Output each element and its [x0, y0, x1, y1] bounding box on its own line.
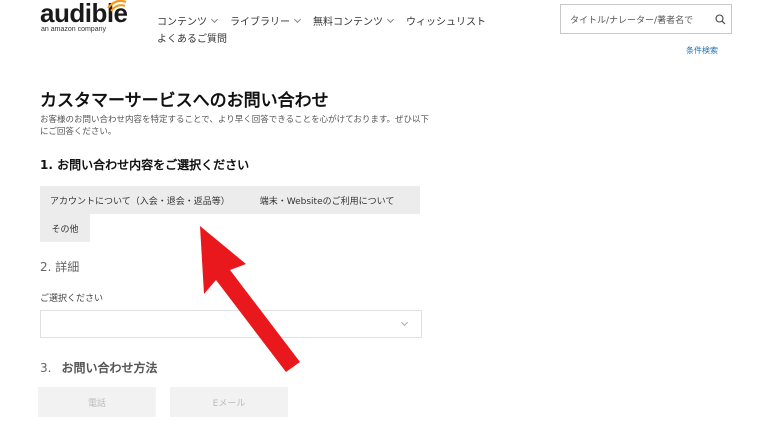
contact-email-button[interactable]: Eメール: [170, 387, 288, 417]
step1-heading: 1. お問い合わせ内容をご選択ください: [40, 158, 250, 172]
nav-item-label: ウィッシュリスト: [406, 17, 486, 28]
main-nav: コンテンツ ライブラリー 無料コンテンツ ウィッシュリスト よくあるご質問: [157, 13, 499, 45]
page-title: カスタマーサービスへのお問い合わせ: [40, 91, 329, 111]
nav-item-label: 無料コンテンツ: [313, 17, 383, 28]
option-row: アカウントについて（入会・退会・返品等） 端末・Websiteのご利用について: [40, 186, 420, 214]
option-account[interactable]: アカウントについて（入会・退会・返品等）: [50, 194, 230, 207]
step3-title: お問い合わせ方法: [61, 361, 158, 375]
step3-number: 3.: [40, 361, 52, 375]
search-icon[interactable]: [709, 5, 731, 33]
nav-item-faq[interactable]: よくあるご質問: [157, 30, 499, 45]
contact-phone-button[interactable]: 電話: [38, 387, 156, 417]
logo-swoosh-icon: [107, 0, 127, 12]
nav-item-label: ライブラリー: [230, 17, 290, 28]
option-device-website[interactable]: 端末・Websiteのご利用について: [260, 194, 395, 207]
chevron-down-icon: [210, 15, 219, 23]
step2-heading: 2. 詳細: [40, 260, 80, 274]
chevron-down-icon: [386, 15, 395, 23]
nav-item-wishlist[interactable]: ウィッシュリスト: [406, 13, 486, 28]
nav-item-label: コンテンツ: [157, 17, 207, 28]
nav-item-library[interactable]: ライブラリー: [230, 13, 302, 28]
chevron-down-icon: [400, 318, 409, 327]
annotation-arrow-icon: [200, 226, 300, 372]
advanced-search-link[interactable]: 条件検索: [686, 45, 718, 56]
page-description: お客様のお問い合わせ内容を特定することで、より早く回答できることを心がけておりま…: [40, 115, 429, 137]
option-other[interactable]: その他: [40, 214, 90, 242]
nav-item-contents[interactable]: コンテンツ: [157, 13, 219, 28]
audible-logo[interactable]: audible an amazon company: [40, 0, 140, 36]
search-input[interactable]: タイトル/ナレーター/著者名で: [570, 13, 709, 26]
detail-select-label: ご選択ください: [40, 294, 104, 304]
nav-item-free-contents[interactable]: 無料コンテンツ: [313, 13, 395, 28]
logo-tagline: an amazon company: [41, 26, 106, 33]
step3-heading: 3. お問い合わせ方法: [40, 359, 157, 376]
chevron-down-icon: [293, 15, 302, 23]
search-box[interactable]: タイトル/ナレーター/著者名で: [560, 4, 732, 34]
